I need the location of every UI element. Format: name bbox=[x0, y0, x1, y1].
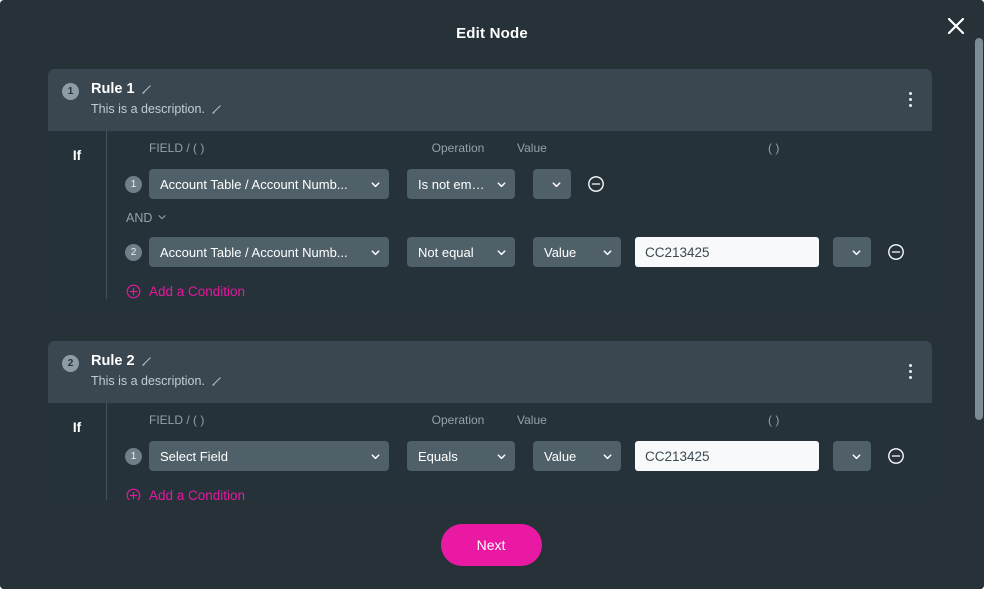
value-input[interactable] bbox=[635, 441, 819, 471]
condition-row: 2 Account Table / Account Numb... Not equa… bbox=[125, 233, 932, 271]
operation-select[interactable]: Not equal bbox=[407, 237, 515, 267]
value-extra-select[interactable] bbox=[833, 237, 871, 267]
rule-description: This is a description. bbox=[91, 374, 205, 388]
vertical-scrollbar[interactable] bbox=[974, 0, 984, 589]
value-input[interactable] bbox=[635, 237, 819, 267]
value-type-select[interactable]: Value bbox=[533, 441, 621, 471]
conditions-column: FIELD / ( ) Operation Value ( ) 1 Account Tab… bbox=[106, 131, 932, 299]
field-select[interactable]: Select Field bbox=[149, 441, 389, 471]
rules-scroll-area[interactable]: 1 Rule 1 This is a description. If FIELD / (… bbox=[0, 59, 984, 500]
operation-select-value: Not equal bbox=[418, 244, 474, 260]
scrollbar-thumb[interactable] bbox=[975, 38, 983, 420]
add-condition-button[interactable]: Add a Condition bbox=[125, 488, 275, 500]
condition-column-headers: FIELD / ( ) Operation Value ( ) bbox=[125, 403, 932, 437]
conditions-column: FIELD / ( ) Operation Value ( ) 1 Select Fiel… bbox=[106, 403, 932, 500]
rule-body: If FIELD / ( ) Operation Value ( ) 1 Select Fi… bbox=[48, 403, 932, 500]
column-header-paren: ( ) bbox=[768, 141, 780, 155]
dialog-footer: Next bbox=[0, 500, 984, 589]
rule-body: If FIELD / ( ) Operation Value ( ) 1 Account T… bbox=[48, 131, 932, 313]
chevron-down-icon bbox=[157, 211, 167, 225]
value-type-select[interactable]: Value bbox=[533, 237, 621, 267]
value-type-select[interactable] bbox=[533, 169, 571, 199]
dialog-header: Edit Node bbox=[0, 0, 984, 66]
add-condition-label: Add a Condition bbox=[149, 284, 246, 299]
edit-rule-description-icon[interactable] bbox=[211, 376, 222, 387]
rule-menu-icon[interactable] bbox=[902, 89, 918, 109]
rule-card: 2 Rule 2 This is a description. If FIELD / (… bbox=[48, 341, 932, 500]
if-label: If bbox=[72, 420, 82, 435]
rule-title: Rule 1 bbox=[91, 81, 135, 97]
remove-condition-icon[interactable] bbox=[871, 243, 905, 261]
rule-description: This is a description. bbox=[91, 102, 205, 116]
plus-circle-icon bbox=[126, 488, 141, 500]
rule-menu-icon[interactable] bbox=[902, 361, 918, 381]
condition-number-badge: 1 bbox=[125, 447, 142, 465]
condition-number-badge: 2 bbox=[125, 243, 142, 261]
operation-select-value: Equals bbox=[418, 448, 458, 464]
column-header-value: Value bbox=[517, 141, 547, 155]
connector-label: AND bbox=[126, 211, 153, 225]
next-button[interactable]: Next bbox=[440, 523, 542, 566]
edit-node-dialog: Edit Node 1 Rule 1 This is a description. I… bbox=[0, 0, 984, 589]
field-select-value: Select Field bbox=[160, 448, 228, 464]
edit-rule-title-icon[interactable] bbox=[141, 356, 152, 367]
rule-header: 1 Rule 1 This is a description. bbox=[48, 69, 932, 131]
condition-row: 1 Account Table / Account Numb... Is not e… bbox=[125, 165, 932, 203]
condition-connector-and[interactable]: AND bbox=[125, 203, 181, 233]
condition-column-headers: FIELD / ( ) Operation Value ( ) bbox=[125, 131, 932, 165]
column-header-field: FIELD / ( ) bbox=[149, 141, 205, 155]
rule-header: 2 Rule 2 This is a description. bbox=[48, 341, 932, 403]
column-header-operation: Operation bbox=[431, 141, 485, 155]
close-icon[interactable] bbox=[938, 8, 974, 44]
field-select-value: Account Table / Account Numb... bbox=[160, 244, 348, 260]
edit-rule-description-icon[interactable] bbox=[211, 104, 222, 115]
remove-condition-icon[interactable] bbox=[871, 447, 905, 465]
condition-row: 1 Select Field Equals Value bbox=[125, 437, 932, 475]
rule-title: Rule 2 bbox=[91, 353, 135, 369]
field-select[interactable]: Account Table / Account Numb... bbox=[149, 237, 389, 267]
rule-number-badge: 1 bbox=[62, 83, 79, 100]
add-condition-button[interactable]: Add a Condition bbox=[125, 284, 275, 299]
page-title: Edit Node bbox=[456, 24, 528, 42]
if-column: If bbox=[48, 403, 106, 500]
rule-number-badge: 2 bbox=[62, 355, 79, 372]
operation-select-value: Is not empty bbox=[418, 176, 488, 192]
operation-select[interactable]: Is not empty bbox=[407, 169, 515, 199]
if-label: If bbox=[72, 148, 82, 163]
column-header-value: Value bbox=[517, 413, 547, 427]
field-select-value: Account Table / Account Numb... bbox=[160, 176, 348, 192]
rules-list: 1 Rule 1 This is a description. If FIELD / (… bbox=[0, 59, 984, 500]
value-type-select-value: Value bbox=[544, 244, 577, 260]
value-extra-select[interactable] bbox=[833, 441, 871, 471]
column-header-field: FIELD / ( ) bbox=[149, 413, 205, 427]
column-header-paren: ( ) bbox=[768, 413, 780, 427]
condition-number-badge: 1 bbox=[125, 175, 142, 193]
field-select[interactable]: Account Table / Account Numb... bbox=[149, 169, 389, 199]
rule-card: 1 Rule 1 This is a description. If FIELD / (… bbox=[48, 69, 932, 313]
operation-select[interactable]: Equals bbox=[407, 441, 515, 471]
value-type-select-value: Value bbox=[544, 448, 577, 464]
plus-circle-icon bbox=[126, 284, 141, 299]
column-header-operation: Operation bbox=[431, 413, 485, 427]
edit-rule-title-icon[interactable] bbox=[141, 84, 152, 95]
remove-condition-icon[interactable] bbox=[571, 175, 605, 193]
if-column: If bbox=[48, 131, 106, 299]
add-condition-label: Add a Condition bbox=[149, 488, 246, 500]
